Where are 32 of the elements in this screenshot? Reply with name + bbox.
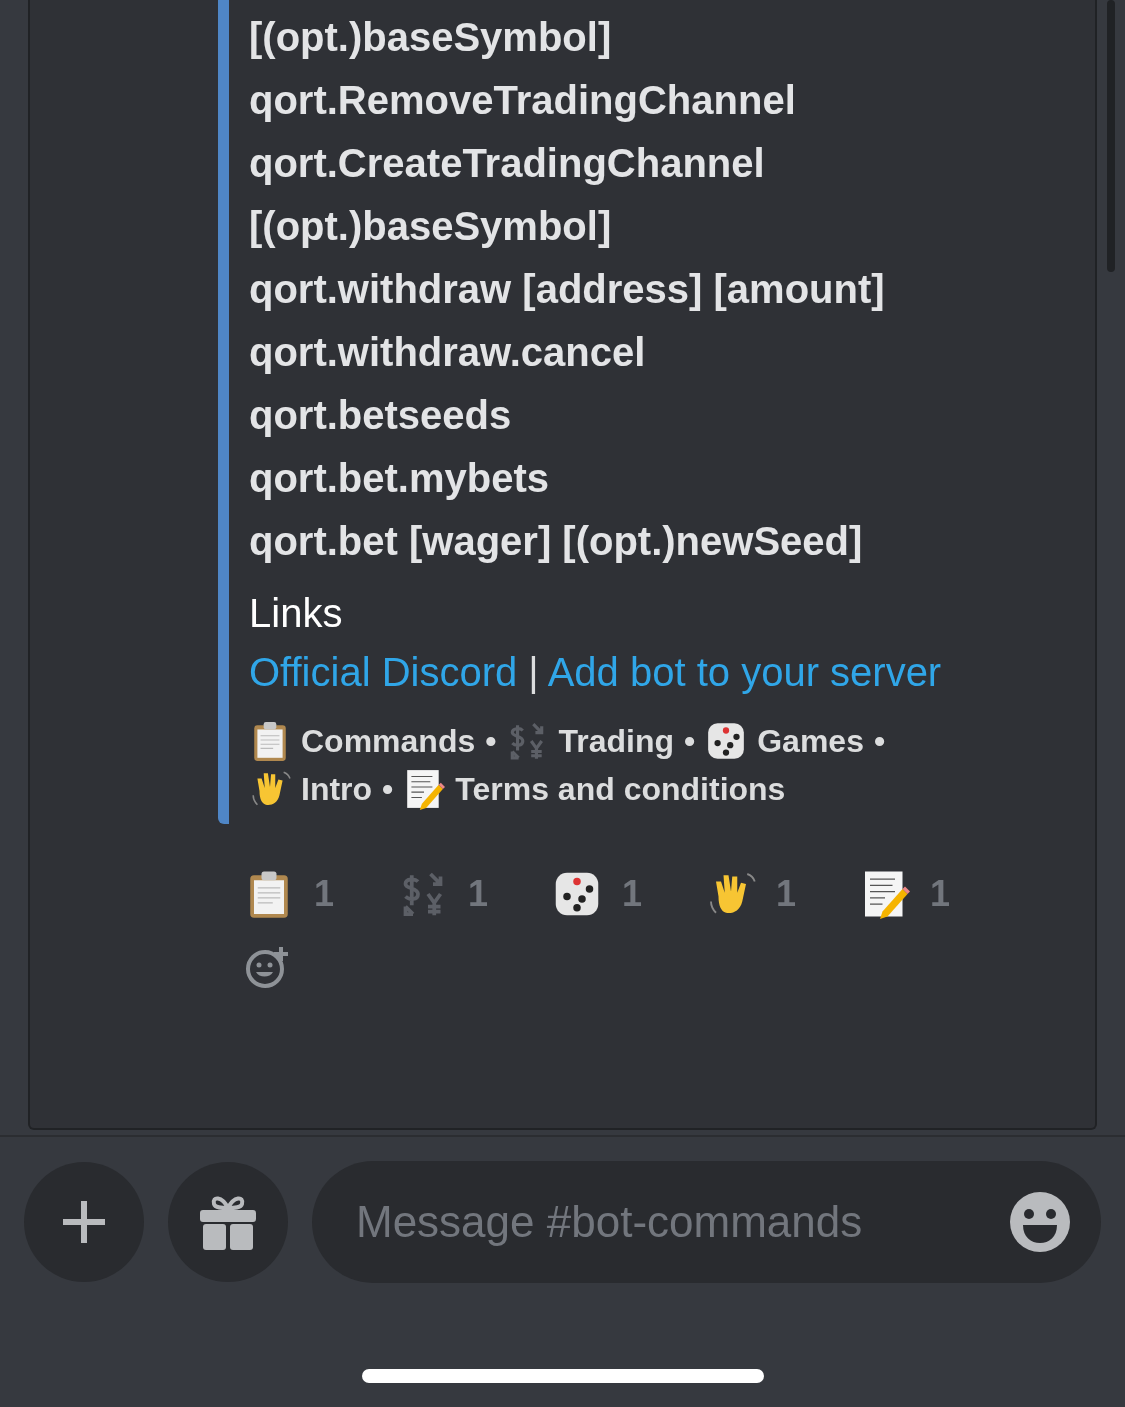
command-line: qort.bet.mybets [249, 455, 551, 502]
emoji-icon[interactable] [1009, 1191, 1071, 1253]
command-line: qort.RemoveTradingChannel [249, 77, 797, 124]
command-line: qort.bet [wager] [(opt.)newSeed] [249, 518, 864, 565]
footer-separator: • [485, 722, 497, 761]
link-separator: | [527, 650, 540, 694]
footer-label: Trading [558, 722, 674, 761]
command-line: qort.CreateTradingChannel [249, 140, 766, 187]
footer-label: Commands [301, 722, 476, 761]
plus-icon [61, 1199, 107, 1245]
message-bar[interactable]: Message #bot-commands [312, 1161, 1101, 1283]
footer-separator: • [873, 722, 886, 761]
link[interactable]: Add bot to your server [547, 650, 942, 694]
add-reaction-button[interactable] [244, 944, 290, 990]
reaction-button[interactable]: 1 [860, 864, 994, 924]
reaction-button[interactable]: 1 [244, 864, 378, 924]
link[interactable]: Official Discord [249, 650, 518, 694]
footer-separator: • [382, 770, 394, 809]
reaction-button[interactable]: 1 [398, 864, 532, 924]
links-heading: Links [249, 590, 344, 637]
footer-separator: • [684, 722, 696, 761]
command-line: [(opt.)baseSymbol] [249, 203, 613, 250]
message-field[interactable]: Message #bot-commands [356, 1189, 1009, 1255]
command-line: [(opt.)baseSymbol] [249, 14, 613, 61]
reaction-button[interactable]: 1 [706, 864, 840, 924]
command-line: qort.betseeds [249, 392, 513, 439]
command-line: qort.withdraw.cancel [249, 329, 647, 376]
footer-label: Terms and conditions [455, 770, 786, 809]
footer-label: Games [757, 722, 864, 761]
reaction-button[interactable]: 1 [552, 864, 686, 924]
footer-label: Intro [301, 770, 373, 809]
command-line: qort.withdraw [address] [amount] [249, 266, 886, 313]
